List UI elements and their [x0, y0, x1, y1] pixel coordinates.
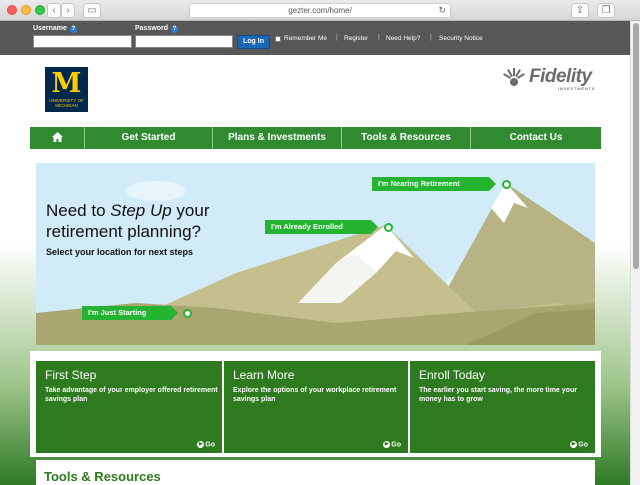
password-label: Password? [135, 25, 179, 33]
panel-description: Explore the options of your workplace re… [233, 387, 397, 403]
nav-tools-resources[interactable]: Tools & Resources [342, 127, 471, 149]
nearing-retirement-flag[interactable]: I'm Nearing Retirement [372, 177, 496, 191]
reload-icon[interactable]: ↻ [438, 4, 446, 17]
hero-banner: Need to Step Up your retirement planning… [36, 163, 595, 345]
zoom-window-button[interactable] [35, 5, 45, 15]
address-bar[interactable]: gezter.com/home/ ↻ [189, 3, 451, 18]
university-of-michigan-logo[interactable]: M UNIVERSITY OF MICHIGAN [45, 67, 88, 112]
just-starting-flag[interactable]: I'm Just Starting [82, 306, 178, 320]
password-input[interactable] [135, 35, 233, 48]
chevron-left-icon: ‹ [52, 5, 56, 16]
fidelity-subtext: INVESTMENTS [558, 86, 596, 91]
learn-more-panel[interactable]: Learn More Explore the options of your w… [224, 361, 408, 453]
remember-me-checkbox[interactable] [275, 36, 281, 42]
play-icon: ▶ [197, 440, 205, 448]
share-icon: ⇪ [575, 5, 585, 16]
share-button[interactable]: ⇪ [571, 3, 589, 18]
um-logo-text: UNIVERSITY OF MICHIGAN [49, 98, 84, 108]
hero-title: Need to Step Up your retirement planning… [46, 201, 210, 241]
forward-button[interactable]: › [61, 3, 75, 18]
fidelity-wordmark: Fidelity [529, 66, 592, 87]
panel-title: Learn More [233, 368, 295, 382]
register-link[interactable]: Register [344, 35, 368, 42]
enroll-today-panel[interactable]: Enroll Today The earlier you start savin… [410, 361, 595, 453]
browser-toolbar: ‹ › ▭ gezter.com/home/ ↻ ⇪ ❐ [0, 0, 640, 21]
login-button[interactable]: Log In [237, 35, 270, 49]
fidelity-sunburst-icon [503, 68, 525, 86]
sidebar-button[interactable]: ▭ [83, 3, 101, 18]
already-enrolled-marker[interactable] [384, 223, 393, 232]
security-notice-link[interactable]: Security Notice [439, 35, 483, 42]
panel-description: The earlier you start saving, the more t… [419, 387, 577, 403]
page-scrollbar[interactable] [630, 21, 640, 485]
panel-title: Enroll Today [419, 368, 485, 382]
panel-description: Take advantage of your employer offered … [45, 387, 218, 403]
fidelity-logo[interactable]: Fidelity INVESTMENTS [502, 66, 602, 92]
tools-resources-section: Tools & Resources [36, 460, 595, 485]
first-step-panel[interactable]: First Step Take advantage of your employ… [36, 361, 222, 453]
close-window-button[interactable] [7, 5, 17, 15]
go-link[interactable]: ▶ Go [197, 440, 215, 448]
main-nav: Get Started Plans & Investments Tools & … [30, 127, 601, 149]
nav-contact-us[interactable]: Contact Us [471, 127, 601, 149]
play-icon: ▶ [570, 440, 578, 448]
play-icon: ▶ [383, 440, 391, 448]
tools-resources-heading: Tools & Resources [44, 469, 161, 484]
sidebar-icon: ▭ [87, 5, 97, 16]
remember-me-label: Remember Me [284, 35, 327, 42]
go-link[interactable]: ▶ Go [570, 440, 588, 448]
divider: | [336, 34, 338, 41]
hero-subtitle: Select your location for next steps [46, 247, 194, 257]
help-icon[interactable]: ? [171, 26, 179, 33]
url-text: gezter.com/home/ [288, 6, 352, 15]
divider: | [430, 34, 432, 41]
minimize-window-button[interactable] [21, 5, 31, 15]
tabs-button[interactable]: ❐ [597, 3, 615, 18]
um-logo-letter: M [51, 68, 82, 99]
divider: | [378, 34, 380, 41]
username-label: Username? [33, 25, 77, 33]
chevron-right-icon: › [66, 5, 70, 16]
back-button[interactable]: ‹ [47, 3, 61, 18]
already-enrolled-flag[interactable]: I'm Already Enrolled [265, 220, 378, 234]
nav-get-started[interactable]: Get Started [85, 127, 213, 149]
need-help-link[interactable]: Need Help? [386, 35, 420, 42]
go-link[interactable]: ▶ Go [383, 440, 401, 448]
panel-title: First Step [45, 368, 97, 382]
scrollbar-thumb[interactable] [633, 23, 639, 269]
tabs-icon: ❐ [601, 5, 611, 16]
just-starting-marker[interactable] [183, 309, 192, 318]
nearing-retirement-marker[interactable] [502, 180, 511, 189]
home-icon [51, 132, 63, 143]
nav-home[interactable] [30, 127, 85, 149]
username-input[interactable] [33, 35, 132, 48]
nav-plans-investments[interactable]: Plans & Investments [213, 127, 342, 149]
help-icon[interactable]: ? [69, 26, 77, 33]
